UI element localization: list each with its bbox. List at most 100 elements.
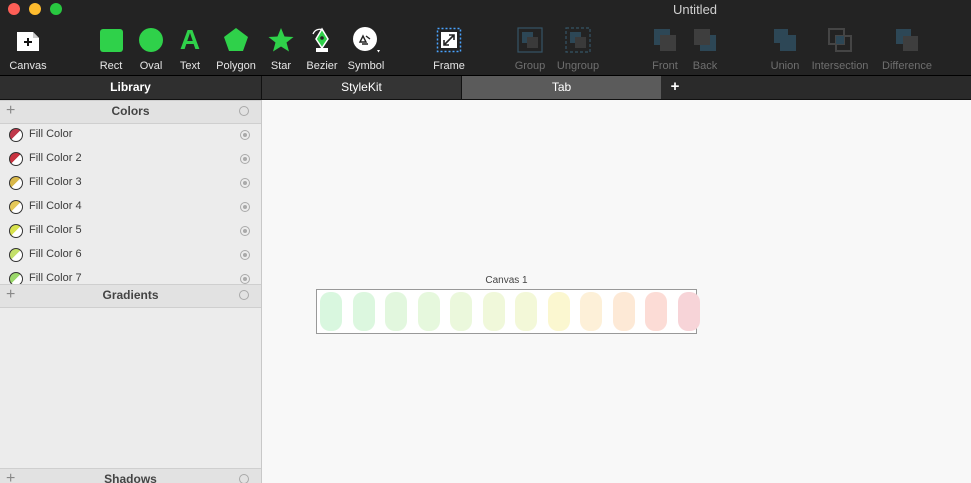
color-item[interactable]: Fill Color 2	[0, 147, 261, 171]
canvas-pill-shape[interactable]	[612, 292, 635, 331]
canvas-pill-shape[interactable]	[417, 292, 440, 331]
ungroup-button[interactable]: Ungroup	[553, 24, 603, 72]
color-swatch-icon	[9, 128, 23, 142]
rect-tool-label: Rect	[99, 60, 123, 72]
canvas-1[interactable]	[316, 289, 700, 334]
color-target-icon[interactable]	[240, 250, 250, 260]
shadows-header-title: Shadows	[104, 472, 157, 483]
shadows-section-header: + Shadows	[0, 468, 261, 483]
symbol-tool-button[interactable]: Symbol	[345, 24, 387, 72]
front-label: Front	[652, 60, 678, 72]
canvas-pill-shape[interactable]	[450, 292, 472, 331]
color-item-name: Fill Color	[29, 128, 73, 140]
add-tab-button[interactable]: +	[662, 76, 688, 99]
frame-tool-button[interactable]: Frame	[429, 24, 469, 72]
star-icon	[268, 24, 294, 56]
difference-button[interactable]: Difference	[878, 24, 936, 72]
bezier-tool-button[interactable]: Bezier	[303, 24, 341, 72]
symbol-icon	[351, 24, 381, 56]
bring-front-button[interactable]: Front	[649, 24, 681, 72]
color-target-icon[interactable]	[240, 274, 250, 284]
star-tool-button[interactable]: Star	[265, 24, 297, 72]
canvas-pill-shape[interactable]	[645, 292, 667, 331]
bring-front-icon	[651, 24, 679, 56]
tab-bar: Library StyleKit Tab +	[0, 76, 971, 100]
color-swatch-icon	[9, 248, 23, 262]
canvas-pill-shape[interactable]	[515, 292, 537, 331]
window-toolbar: Untitled Canvas Rect Oval A Text Polygon…	[0, 0, 971, 76]
polygon-icon	[223, 24, 249, 56]
library-sidebar: + Colors Fill Color Fill Color 2 Fill Colo…	[0, 100, 262, 483]
polygon-tool-label: Polygon	[216, 60, 256, 72]
frame-icon	[436, 24, 462, 56]
gradients-header-title: Gradients	[102, 288, 159, 302]
color-item[interactable]: Fill Color 5	[0, 219, 261, 243]
colors-header-title: Colors	[111, 104, 150, 118]
text-glyph: A	[179, 24, 201, 55]
canvas-tool-button[interactable]: Canvas	[8, 24, 48, 72]
canvas-pill-shape[interactable]	[385, 292, 407, 331]
star-tool-label: Star	[270, 60, 292, 72]
canvas-pill-shape[interactable]	[482, 292, 505, 331]
color-item-name: Fill Color 7	[29, 272, 82, 284]
color-item[interactable]: Fill Color 6	[0, 243, 261, 267]
color-item-name: Fill Color 4	[29, 200, 82, 212]
color-item[interactable]: Fill Color 4	[0, 195, 261, 219]
shadows-options-icon[interactable]	[239, 474, 249, 483]
canvas-title: Canvas 1	[485, 275, 528, 286]
oval-tool-label: Oval	[139, 60, 163, 72]
intersection-icon	[826, 24, 854, 56]
symbol-tool-label: Symbol	[347, 60, 385, 72]
union-label: Union	[770, 60, 800, 72]
colors-options-icon[interactable]	[239, 106, 249, 116]
difference-label: Difference	[882, 60, 932, 72]
canvas-pill-shape[interactable]	[580, 292, 602, 331]
gradients-section-header: + Gradients	[0, 284, 261, 308]
text-tool-button[interactable]: A Text	[174, 24, 206, 72]
color-item[interactable]: Fill Color 3	[0, 171, 261, 195]
color-item[interactable]: Fill Color	[0, 123, 261, 147]
canvas-pill-shape[interactable]	[547, 292, 570, 331]
canvas-pill-shape[interactable]	[677, 292, 700, 331]
canvas-tool-label: Canvas	[9, 60, 47, 72]
oval-icon	[139, 24, 163, 56]
ungroup-icon	[564, 24, 592, 56]
gradients-options-icon[interactable]	[239, 290, 249, 300]
bezier-tool-label: Bezier	[306, 60, 338, 72]
color-swatch-icon	[9, 152, 23, 166]
oval-tool-button[interactable]: Oval	[135, 24, 167, 72]
color-item-name: Fill Color 6	[29, 248, 82, 260]
color-target-icon[interactable]	[240, 226, 250, 236]
rect-tool-button[interactable]: Rect	[95, 24, 127, 72]
tab-tab[interactable]: Tab	[462, 76, 661, 99]
send-back-button[interactable]: Back	[689, 24, 721, 72]
color-item[interactable]: Fill Color 7	[0, 267, 261, 284]
difference-icon	[893, 24, 921, 56]
polygon-tool-button[interactable]: Polygon	[213, 24, 259, 72]
intersection-button[interactable]: Intersection	[808, 24, 872, 72]
color-swatch-icon	[9, 224, 23, 238]
canvas-pill-shape[interactable]	[320, 292, 342, 331]
color-item-name: Fill Color 3	[29, 176, 82, 188]
group-label: Group	[514, 60, 546, 72]
canvas-icon	[14, 24, 42, 56]
back-label: Back	[692, 60, 718, 72]
text-icon: A	[180, 24, 200, 56]
union-button[interactable]: Union	[767, 24, 803, 72]
color-target-icon[interactable]	[240, 154, 250, 164]
intersection-label: Intersection	[811, 60, 869, 72]
color-swatch-icon	[9, 200, 23, 214]
pen-icon	[308, 24, 336, 56]
color-target-icon[interactable]	[240, 130, 250, 140]
tab-library[interactable]: Library	[0, 76, 262, 99]
canvas-pill-shape[interactable]	[352, 292, 375, 331]
ungroup-label: Ungroup	[556, 60, 600, 72]
color-list[interactable]: Fill Color Fill Color 2 Fill Color 3 Fill C…	[0, 123, 261, 284]
color-target-icon[interactable]	[240, 202, 250, 212]
tab-stylekit[interactable]: StyleKit	[262, 76, 462, 99]
send-back-icon	[691, 24, 719, 56]
group-button[interactable]: Group	[512, 24, 548, 72]
color-swatch-icon	[9, 176, 23, 190]
color-target-icon[interactable]	[240, 178, 250, 188]
colors-section-header: + Colors	[0, 100, 261, 124]
